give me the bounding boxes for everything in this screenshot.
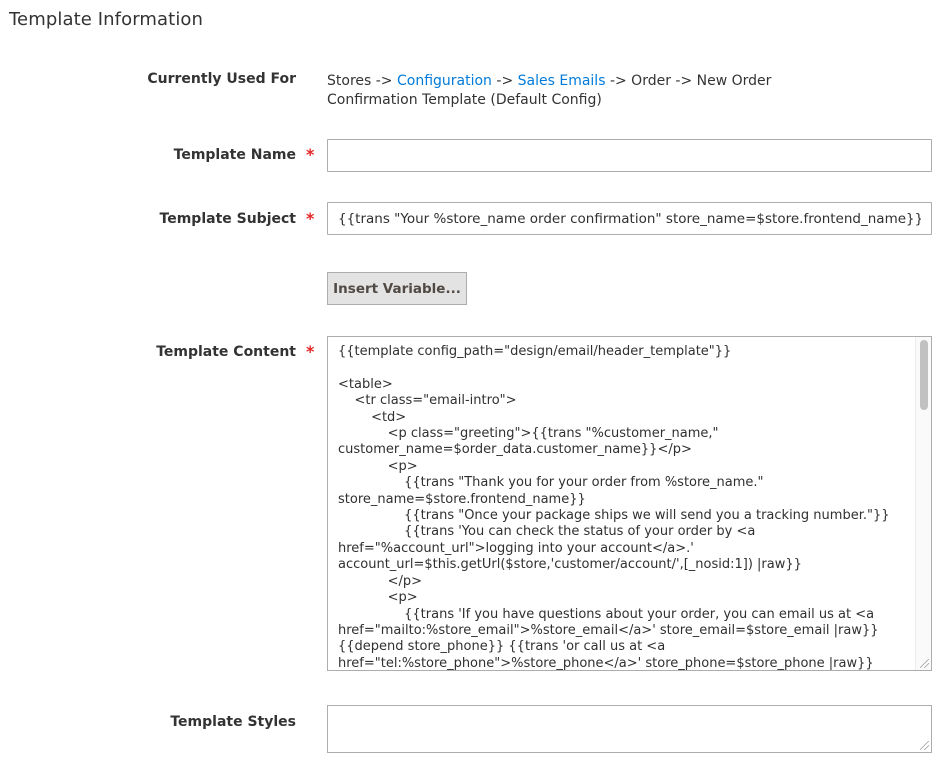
default-config-note: (Default Config) xyxy=(490,92,602,108)
template-styles-textarea[interactable] xyxy=(327,705,932,753)
sales-emails-link[interactable]: Sales Emails xyxy=(518,73,606,89)
used-for-text: -> xyxy=(496,73,514,89)
template-name-input[interactable] xyxy=(327,139,932,172)
required-marker: * xyxy=(306,145,315,164)
required-marker: * xyxy=(306,342,315,361)
insert-variable-button[interactable]: Insert Variable... xyxy=(327,272,467,305)
currently-used-for-value: Stores -> Configuration -> Sales Emails … xyxy=(327,72,857,110)
required-marker: * xyxy=(306,209,315,228)
template-name-label: Template Name xyxy=(173,147,296,163)
template-content-text[interactable]: {{template config_path="design/email/hea… xyxy=(338,344,913,670)
resize-handle-icon[interactable] xyxy=(920,659,929,668)
content-scrollbar[interactable] xyxy=(915,337,931,670)
resize-handle-icon[interactable] xyxy=(920,741,929,750)
template-styles-label: Template Styles xyxy=(170,714,296,730)
currently-used-for-label: Currently Used For xyxy=(147,71,296,87)
template-content-textarea[interactable]: {{template config_path="design/email/hea… xyxy=(327,336,932,671)
template-subject-label: Template Subject xyxy=(159,211,296,227)
used-for-text: Stores -> xyxy=(327,73,393,89)
content-scrollbar-thumb[interactable] xyxy=(920,340,928,410)
template-content-label: Template Content xyxy=(156,344,296,360)
section-title: Template Information xyxy=(9,9,204,30)
configuration-link[interactable]: Configuration xyxy=(397,73,492,89)
template-subject-input[interactable] xyxy=(327,202,932,235)
